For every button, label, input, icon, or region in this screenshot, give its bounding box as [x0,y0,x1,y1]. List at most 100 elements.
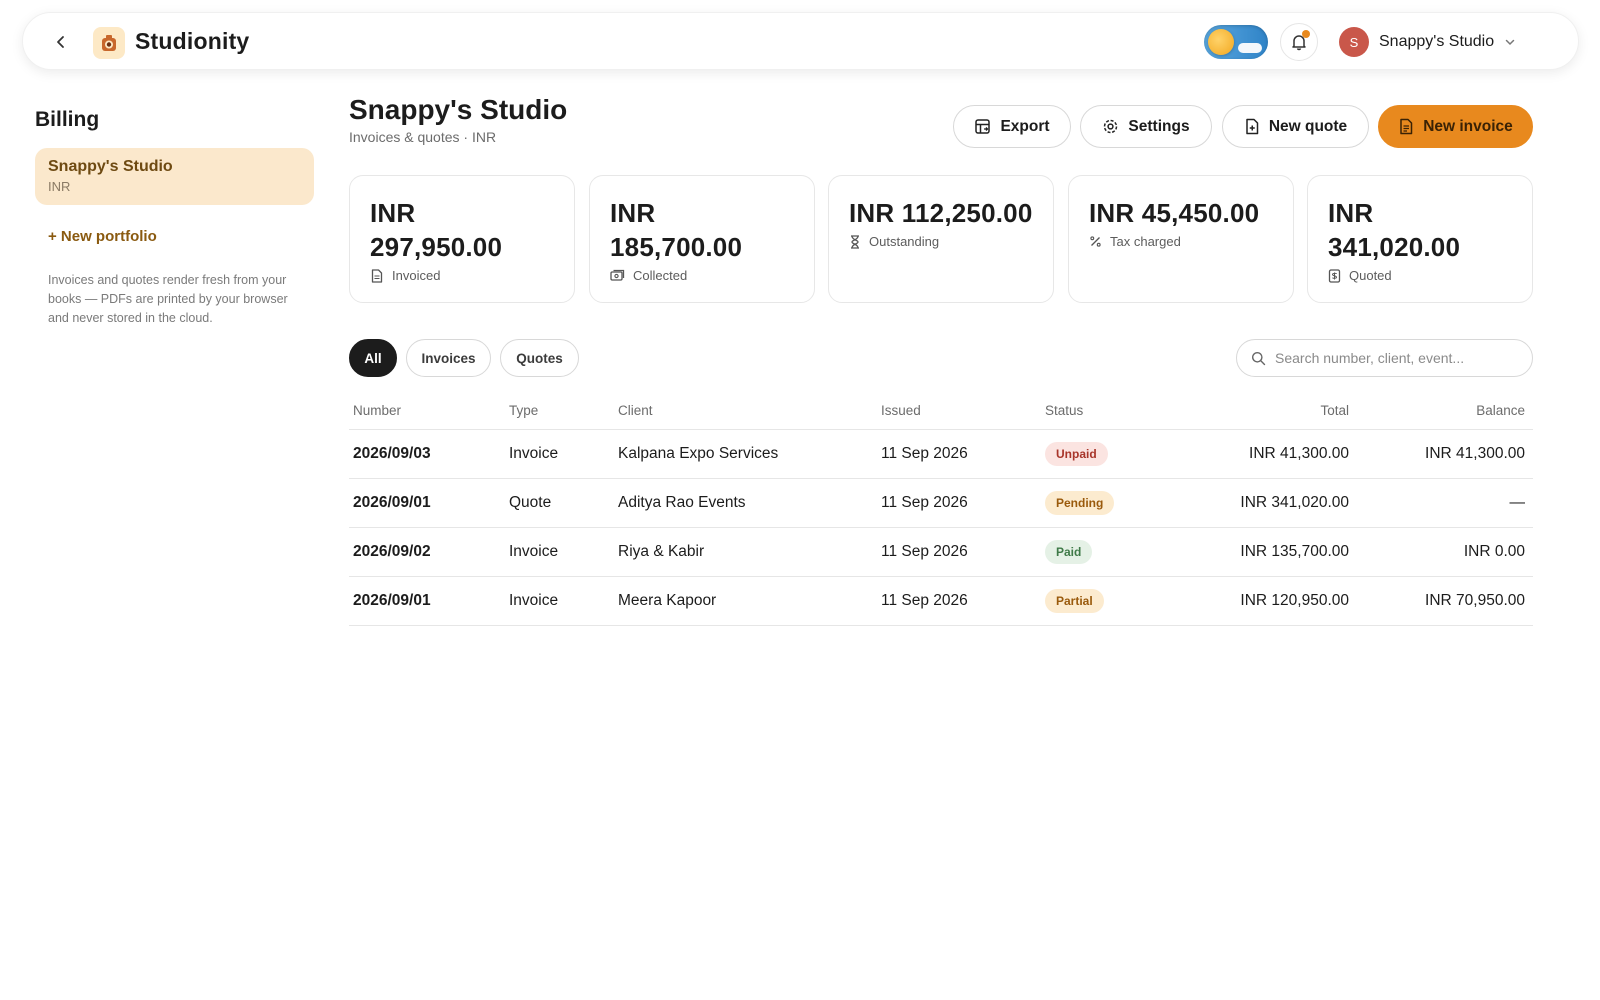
settings-label: Settings [1128,117,1190,135]
chevron-down-icon [1505,39,1515,46]
percent-icon [1090,236,1101,247]
column-status[interactable]: Status [1045,403,1165,418]
table-row[interactable]: 2026/09/01 Quote Aditya Rao Events 11 Se… [349,479,1533,528]
stat-label-row: Outstanding [849,234,1033,249]
stat-label-row: Tax charged [1089,234,1273,249]
column-balance[interactable]: Balance [1349,403,1529,418]
new-invoice-label: New invoice [1423,117,1513,135]
cell-total: INR 135,700.00 [1240,543,1349,560]
stat-card-invoiced: INR 297,950.00 Invoiced [349,175,575,303]
app-logo [93,27,125,59]
new-quote-button[interactable]: New quote [1222,105,1369,148]
cell-total: INR 120,950.00 [1240,592,1349,609]
stat-label-row: Quoted [1328,268,1512,283]
notification-dot [1302,30,1310,38]
filter-quotes[interactable]: Quotes [500,339,579,377]
cell-status: Unpaid [1045,442,1165,466]
search-icon [1252,351,1266,365]
notifications-button[interactable] [1280,23,1318,61]
theme-toggle[interactable] [1204,25,1268,59]
table-row[interactable]: 2026/09/03 Invoice Kalpana Expo Services… [349,430,1533,479]
stat-value: INR 341,020.00 [1328,198,1461,262]
cell-issued: 11 Sep 2026 [881,592,968,609]
stat-value: INR 297,950.00 [370,198,503,262]
cell-issued: 11 Sep 2026 [881,494,968,511]
sidebar-note: Invoices and quotes render fresh from yo… [48,273,288,325]
stat-label-row: Collected [610,268,794,283]
cell-client: Kalpana Expo Services [618,445,779,462]
gear-icon [1104,119,1118,134]
filter-invoices[interactable]: Invoices [406,339,491,377]
stat-card-outstanding: INR 112,250.00 Outstanding [828,175,1054,303]
back-button[interactable] [47,28,75,56]
cell-total: INR 41,300.00 [1249,445,1349,462]
cell-issued: 11 Sep 2026 [881,543,968,560]
column-number[interactable]: Number [349,403,509,418]
cell-balance: INR 41,300.00 [1425,445,1525,462]
cell-total: INR 341,020.00 [1240,494,1349,511]
hourglass-icon [851,234,859,249]
status-badge: Unpaid [1045,442,1108,466]
page-title: Snappy's Studio [349,94,568,125]
new-invoice-button[interactable]: New invoice [1378,105,1533,148]
cell-type: Invoice [509,445,559,462]
cell-balance: INR 70,950.00 [1425,592,1525,609]
new-quote-label: New quote [1268,117,1348,135]
sidebar-item-portfolio[interactable]: Snappy's Studio INR [35,148,314,205]
cell-number: 2026/09/01 [353,494,431,511]
user-name: Snappy's Studio [1379,33,1495,50]
user-menu[interactable]: S Snappy's Studio [1339,26,1516,58]
cell-number: 2026/09/01 [353,592,431,609]
camera-logo-icon [102,35,116,51]
receipt-icon [1328,268,1341,283]
sun-icon [1208,29,1234,55]
top-bar: Studionity S Snappy's Studio [22,12,1579,70]
cell-issued: 11 Sep 2026 [881,445,968,462]
cell-client: Meera Kapoor [618,592,717,609]
export-button[interactable]: Export [953,105,1071,148]
column-client[interactable]: Client [618,403,881,418]
stat-value: INR 112,250.00 [849,198,1033,228]
table-header: Number Type Client Issued Status Total B… [349,392,1533,430]
status-badge: Paid [1045,540,1093,564]
table-row[interactable]: 2026/09/02 Invoice Riya & Kabir 11 Sep 2… [349,528,1533,577]
column-total[interactable]: Total [1165,403,1349,418]
cell-status: Partial [1045,589,1165,613]
table-row[interactable]: 2026/09/01 Invoice Meera Kapoor 11 Sep 2… [349,577,1533,626]
file-plus-icon [1246,118,1259,135]
cell-type: Invoice [509,592,559,609]
cell-type: Invoice [509,543,559,560]
column-type[interactable]: Type [509,403,618,418]
stat-value: INR 185,700.00 [610,198,743,262]
stat-card-collected: INR 185,700.00 Collected [589,175,815,303]
cell-balance: INR 0.00 [1463,543,1525,560]
cloud-icon [1238,43,1262,53]
cell-status: Paid [1045,540,1165,564]
stat-value: INR 45,450.00 [1089,198,1260,228]
cell-client: Aditya Rao Events [618,494,746,511]
export-label: Export [1000,117,1050,135]
cell-number: 2026/09/03 [353,445,431,462]
portfolio-name: Snappy's Studio [48,158,173,175]
search-input[interactable] [1275,350,1515,366]
stat-label: Outstanding [869,234,940,249]
stat-label: Quoted [1349,268,1392,283]
cell-type: Quote [509,494,552,511]
search-box [1236,339,1533,377]
settings-button[interactable]: Settings [1080,105,1212,148]
cell-client: Riya & Kabir [618,543,705,560]
page-subtitle: Invoices & quotes · INR [349,129,497,145]
app-title: Studionity [135,28,250,54]
cell-status: Pending [1045,491,1165,515]
column-issued[interactable]: Issued [881,403,1045,418]
sidebar-title: Billing [35,108,100,131]
stat-card-quoted: INR 341,020.00 Quoted [1307,175,1533,303]
stat-card-tax: INR 45,450.00 Tax charged [1068,175,1294,303]
new-portfolio-link[interactable]: + New portfolio [48,228,157,245]
filter-all[interactable]: All [349,339,397,377]
table-export-icon [975,119,991,134]
chevron-left-icon [57,36,64,48]
stat-label: Invoiced [392,268,441,283]
document-icon [371,268,383,283]
cell-balance: — [1509,494,1526,511]
